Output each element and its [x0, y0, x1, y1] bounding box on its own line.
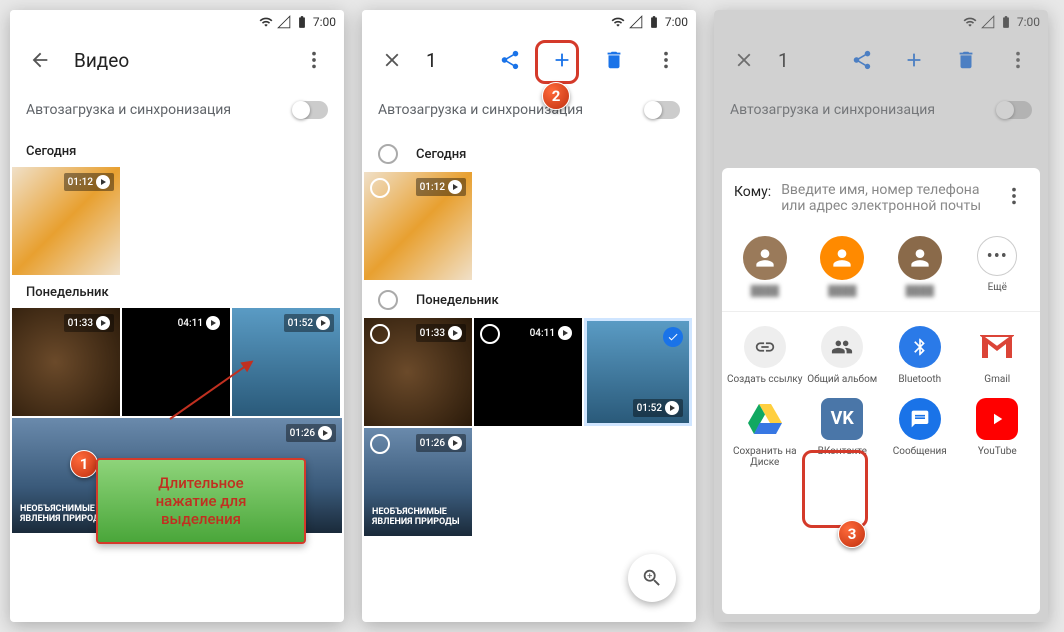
status-bar: 7:00: [362, 10, 696, 34]
contact-item[interactable]: ████: [881, 236, 959, 297]
delete-button[interactable]: [596, 42, 632, 78]
wifi-icon: [611, 15, 625, 29]
autobackup-label: Автозагрузка и синхронизация: [26, 102, 231, 118]
signal-icon: [277, 15, 291, 29]
video-thumbnail[interactable]: 01:33: [364, 318, 472, 426]
zoom-fab[interactable]: [628, 554, 676, 602]
video-thumbnail[interactable]: 01:12: [364, 172, 472, 280]
avatar: [898, 236, 942, 280]
section-monday[interactable]: Понедельник: [362, 280, 696, 318]
share-button[interactable]: [492, 42, 528, 78]
share-sheet: Кому: Введите имя, номер телефона или ад…: [722, 168, 1040, 614]
gmail-icon: [976, 326, 1018, 368]
toolbar: Видео: [10, 34, 344, 86]
step-badge-1: 1: [70, 450, 98, 478]
status-time: 7:00: [665, 15, 688, 29]
share-to-row: Кому: Введите имя, номер телефона или ад…: [722, 168, 1040, 228]
video-thumbnail[interactable]: 01:33: [12, 308, 120, 416]
check-icon: [663, 327, 683, 347]
bluetooth-icon: [899, 326, 941, 368]
video-thumbnail[interactable]: 01:12: [12, 167, 120, 275]
drive-icon: [744, 398, 786, 440]
video-thumbnail[interactable]: 01:26 НЕОБЪЯСНИМЫЕЯВЛЕНИЯ ПРИРОДЫ: [364, 428, 472, 536]
select-all-circle[interactable]: [378, 290, 398, 310]
vk-icon: VK: [821, 398, 863, 440]
app-row-2: Сохранить на Диске VK ВКонтакте Сообщени…: [722, 390, 1040, 473]
app-youtube[interactable]: YouTube: [959, 398, 1037, 469]
page-title: Видео: [74, 49, 129, 72]
battery-icon: [647, 15, 661, 29]
video-thumbnail[interactable]: 04:11: [474, 318, 582, 426]
back-button[interactable]: [22, 42, 58, 78]
link-icon: [744, 326, 786, 368]
callout-longpress: Длительное нажатие для выделения: [96, 458, 306, 544]
share-more-button[interactable]: [1000, 182, 1028, 210]
app-messages[interactable]: Сообщения: [881, 398, 959, 469]
share-to-input[interactable]: Введите имя, номер телефона или адрес эл…: [781, 182, 990, 214]
more-icon: •••: [977, 236, 1017, 276]
status-bar: 7:00: [10, 10, 344, 34]
status-time: 7:00: [313, 15, 336, 29]
phone-screen-2: 7:00 1 Автозагрузка и синхронизация Сего…: [362, 10, 696, 622]
autobackup-toggle[interactable]: [294, 101, 328, 119]
avatar: [743, 236, 787, 280]
more-contacts[interactable]: ••• Ещё: [959, 236, 1037, 297]
selection-count: 1: [426, 49, 437, 72]
highlight-vk: [802, 450, 868, 528]
app-row-1: Создать ссылку Общий альбом Bluetooth Gm…: [722, 318, 1040, 390]
wifi-icon: [259, 15, 273, 29]
contact-item[interactable]: ████: [804, 236, 882, 297]
section-today[interactable]: Сегодня: [362, 134, 696, 172]
selection-toolbar: 1: [362, 34, 696, 86]
phone-screen-1: 7:00 Видео Автозагрузка и синхронизация …: [10, 10, 344, 622]
more-button[interactable]: [296, 42, 332, 78]
step-badge-2: 2: [542, 82, 570, 110]
video-thumbnail-selected[interactable]: 01:52: [584, 318, 692, 426]
youtube-icon: [976, 398, 1018, 440]
contact-row: ████ ████ ████ ••• Ещё: [722, 228, 1040, 301]
signal-icon: [629, 15, 643, 29]
contact-item[interactable]: ████: [726, 236, 804, 297]
autobackup-toggle[interactable]: [646, 101, 680, 119]
share-to-label: Кому:: [734, 182, 771, 200]
step-badge-3: 3: [838, 520, 866, 548]
section-monday: Понедельник: [10, 275, 344, 308]
close-selection-button[interactable]: [374, 42, 410, 78]
autobackup-row[interactable]: Автозагрузка и синхронизация: [362, 86, 696, 134]
section-today: Сегодня: [10, 134, 344, 167]
app-drive[interactable]: Сохранить на Диске: [726, 398, 804, 469]
messages-icon: [899, 398, 941, 440]
avatar: [820, 236, 864, 280]
app-bluetooth[interactable]: Bluetooth: [881, 326, 959, 386]
autobackup-row[interactable]: Автозагрузка и синхронизация: [10, 86, 344, 134]
app-shared-album[interactable]: Общий альбом: [804, 326, 882, 386]
app-gmail[interactable]: Gmail: [959, 326, 1037, 386]
app-create-link[interactable]: Создать ссылку: [726, 326, 804, 386]
highlight-share: [535, 40, 579, 84]
battery-icon: [295, 15, 309, 29]
more-button[interactable]: [648, 42, 684, 78]
select-all-circle[interactable]: [378, 144, 398, 164]
phone-screen-3: 7:00 1 Автозагрузка и синхронизация Кому…: [714, 10, 1048, 622]
video-thumbnail[interactable]: 04:11: [122, 308, 230, 416]
people-icon: [821, 326, 863, 368]
